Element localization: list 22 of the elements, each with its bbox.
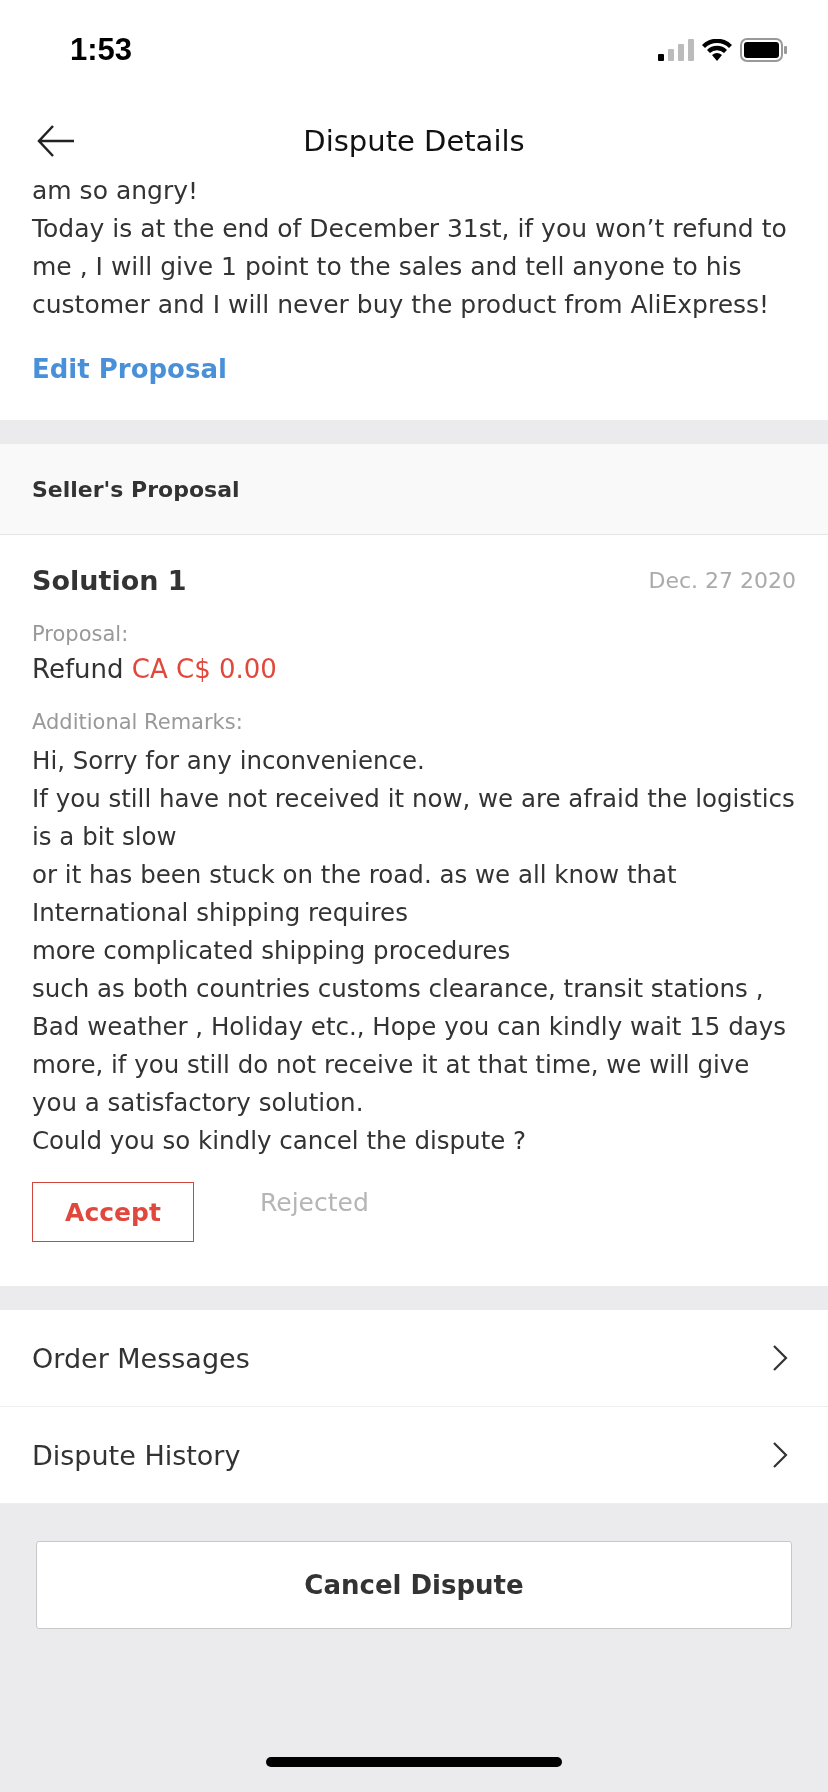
menu-row[interactable]: Dispute History <box>0 1407 828 1504</box>
refund-text: Refund <box>32 654 124 684</box>
section-title: Seller's Proposal <box>32 476 240 502</box>
remarks-text: Hi, Sorry for any inconvenience. If you still have not received it now, we are afraid the logistics is a bit slow or it has been stuck on the road. as we all know that International shipping requires more complicated shipping procedures such as both countries customs clearance, transit stations , Bad weather , Holiday etc., Hope you can kindly wait 15 days more, if you still do not receive it at that time, we will give you a satisfactory solution. Could you so kindly cancel the dispute ? <box>32 745 796 1157</box>
remarks-label: Additional Remarks: <box>32 710 244 734</box>
cancel-dispute-button[interactable]: Cancel Dispute <box>36 1541 792 1629</box>
proposal-label: Proposal: <box>32 622 130 646</box>
buyer-message: am so angry! Today is at the end of December 31st, if you won’t refund to me , I will give 1 point to the sales and tell anyone to his customer and I will never buy the product from AliExpress! <box>32 175 788 321</box>
refund-amount: CA C$ 0.00 <box>131 654 277 684</box>
menu-row[interactable]: Order Messages <box>0 1310 828 1407</box>
rejected-status: Rejected <box>260 1188 369 1217</box>
solution-title: Solution 1 <box>32 565 187 596</box>
signal-icon <box>658 39 694 61</box>
page-title: Dispute Details <box>303 124 525 158</box>
accept-button[interactable]: Accept <box>32 1182 194 1242</box>
battery-icon <box>740 38 788 62</box>
solution-date: Dec. 27 2020 <box>648 568 796 593</box>
back-arrow-icon[interactable] <box>36 124 76 158</box>
wifi-icon <box>702 39 732 61</box>
status-time: 1:53 <box>70 32 133 68</box>
chevron-right-icon <box>772 1441 788 1469</box>
chevron-right-icon <box>772 1344 788 1372</box>
